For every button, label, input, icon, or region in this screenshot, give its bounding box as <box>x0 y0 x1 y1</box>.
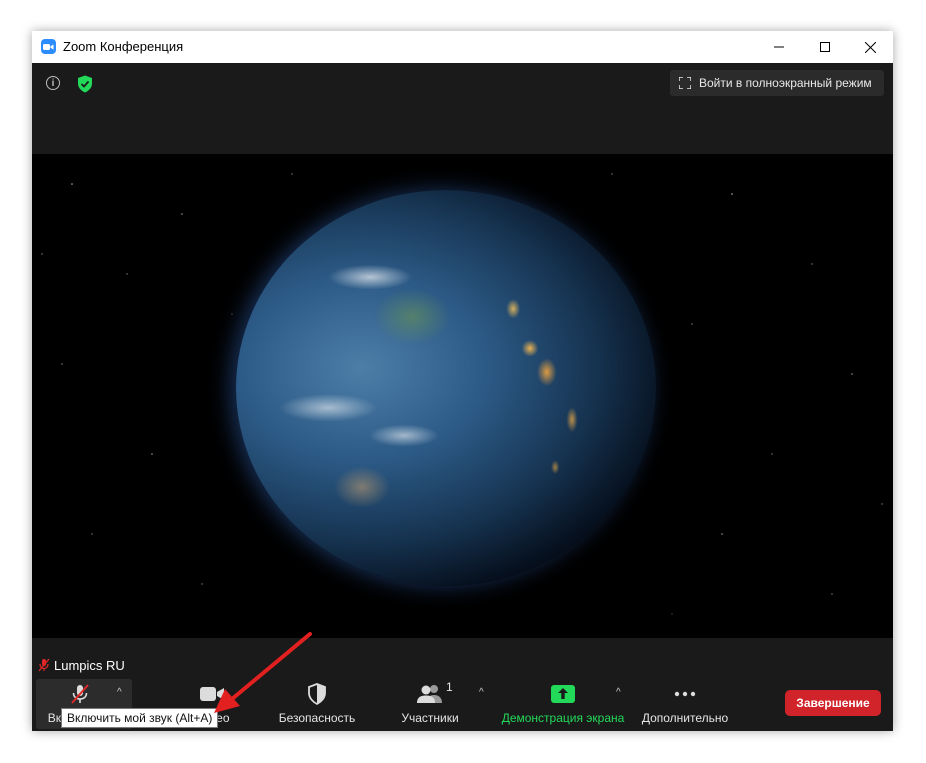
participants-label: Участники <box>401 711 459 725</box>
window-title: Zoom Конференция <box>63 39 184 54</box>
video-feed <box>32 154 893 638</box>
fullscreen-label: Войти в полноэкранный режим <box>699 76 872 90</box>
share-screen-icon <box>551 685 575 703</box>
info-icon[interactable]: i <box>46 76 60 90</box>
video-camera-icon <box>200 687 224 701</box>
participants-icon <box>417 685 442 703</box>
participant-name: Lumpics RU <box>54 657 125 673</box>
security-button[interactable]: Безопасность <box>272 673 362 731</box>
participants-count: 1 <box>446 680 453 694</box>
more-dots-icon <box>674 691 696 697</box>
participant-name-tag: Lumpics RU <box>34 655 131 675</box>
meeting-top-bar: i Войти в полноэкранный режим <box>32 63 893 103</box>
fullscreen-icon <box>679 77 691 89</box>
end-meeting-button[interactable]: Завершение <box>785 690 881 716</box>
shield-check-icon[interactable] <box>77 75 93 93</box>
maximize-button[interactable] <box>802 31 848 63</box>
zoom-logo-icon <box>41 39 56 54</box>
minimize-button[interactable] <box>756 31 802 63</box>
mic-muted-icon <box>71 684 89 704</box>
share-options-caret-icon[interactable]: ^ <box>616 687 621 698</box>
share-screen-button[interactable]: Демонстрация экрана <box>498 673 628 731</box>
zoom-window: Zoom Конференция i Войти в полноэкранный… <box>32 31 893 731</box>
mic-muted-icon <box>38 658 50 672</box>
unmute-tooltip: Включить мой звук (Alt+A) <box>61 708 219 728</box>
close-icon <box>864 41 876 53</box>
enter-fullscreen-button[interactable]: Войти в полноэкранный режим <box>670 70 884 96</box>
maximize-icon <box>820 42 830 52</box>
audio-options-caret-icon[interactable]: ^ <box>117 687 122 698</box>
security-label: Безопасность <box>278 711 356 725</box>
more-button[interactable]: Дополнительно <box>637 673 733 731</box>
title-bar: Zoom Конференция <box>32 31 893 63</box>
participants-button[interactable]: 1 Участники <box>385 673 475 731</box>
earth-surface-detail <box>236 190 656 586</box>
more-label: Дополнительно <box>641 711 729 725</box>
participants-options-caret-icon[interactable]: ^ <box>479 687 484 698</box>
shield-icon <box>308 683 326 705</box>
minimize-icon <box>774 46 784 48</box>
close-button[interactable] <box>847 31 893 63</box>
share-screen-label: Демонстрация экрана <box>501 711 625 725</box>
